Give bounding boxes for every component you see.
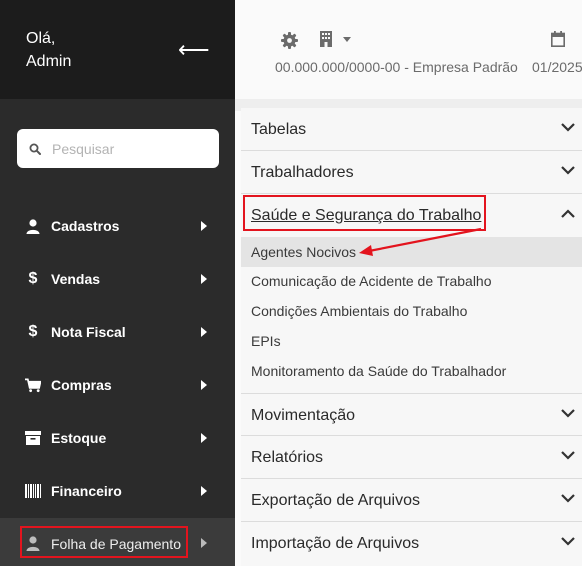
greeting: Olá, Admin xyxy=(26,27,71,73)
section-movimentacao[interactable]: Movimentação xyxy=(241,393,582,436)
greeting-line-1: Olá, xyxy=(26,30,56,47)
chevron-down-icon[interactable] xyxy=(343,37,351,42)
search-icon xyxy=(29,143,41,155)
submenu-item-condicoes-ambientais[interactable]: Condições Ambientais do Trabalho xyxy=(241,296,582,326)
caret-right-icon xyxy=(201,433,207,443)
caret-right-icon xyxy=(201,538,207,548)
chevron-up-icon xyxy=(561,209,575,218)
submenu-item-cat[interactable]: Comunicação de Acidente de Trabalho xyxy=(241,266,582,296)
section-label: Exportação de Arquivos xyxy=(251,492,420,509)
chevron-down-icon xyxy=(561,409,575,418)
section-label: Tabelas xyxy=(251,121,307,138)
section-tabelas[interactable]: Tabelas xyxy=(241,108,582,151)
chevron-down-icon xyxy=(561,166,575,175)
sidebar-item-cadastros[interactable]: Cadastros xyxy=(0,200,235,252)
section-label: Importação de Arquivos xyxy=(251,535,420,552)
user-icon xyxy=(25,218,41,234)
sidebar-item-label: Compras xyxy=(51,377,112,393)
submenu-item-monitoramento[interactable]: Monitoramento da Saúde do Trabalhador xyxy=(241,356,582,386)
chevron-down-icon xyxy=(561,123,575,132)
chevron-down-icon xyxy=(561,537,575,546)
sidebar-item-label: Cadastros xyxy=(51,218,120,234)
calendar-icon[interactable] xyxy=(551,31,565,52)
barcode-icon xyxy=(25,483,41,499)
submenu-item-label: Comunicação de Acidente de Trabalho xyxy=(251,273,492,289)
dollar-icon: $ xyxy=(28,270,38,287)
sidebar: Olá, Admin ⟵ Cadastros $ Vendas $ Nota F… xyxy=(0,0,235,566)
company-selector[interactable]: 00.000.000/0000-00 - Empresa Padrão xyxy=(275,59,518,75)
greeting-user: Admin xyxy=(26,53,72,70)
sidebar-item-label: Financeiro xyxy=(51,483,122,499)
submenu-item-label: Agentes Nocivos xyxy=(251,244,357,260)
section-trabalhadores[interactable]: Trabalhadores xyxy=(241,151,582,194)
period-selector[interactable]: 01/2025 xyxy=(532,59,582,75)
building-icon[interactable] xyxy=(319,31,333,52)
chevron-down-icon xyxy=(561,451,575,460)
caret-right-icon xyxy=(201,380,207,390)
sidebar-item-vendas[interactable]: $ Vendas xyxy=(0,253,235,305)
sidebar-header: Olá, Admin ⟵ xyxy=(0,0,235,99)
caret-right-icon xyxy=(201,486,207,496)
cart-icon xyxy=(25,377,41,393)
sidebar-item-label: Estoque xyxy=(51,430,107,446)
section-importacao[interactable]: Importação de Arquivos xyxy=(241,522,582,565)
arrow-left-icon[interactable]: ⟵ xyxy=(178,38,210,62)
section-label: Relatórios xyxy=(251,449,324,466)
search-box xyxy=(17,129,219,168)
submenu-item-label: EPIs xyxy=(251,333,281,349)
sidebar-item-compras[interactable]: Compras xyxy=(0,359,235,411)
gear-icon[interactable] xyxy=(281,32,298,54)
sidebar-item-label: Nota Fiscal xyxy=(51,324,126,340)
sidebar-item-label: Vendas xyxy=(51,271,101,287)
section-label: Movimentação xyxy=(251,407,356,424)
section-label: Trabalhadores xyxy=(251,164,354,181)
chevron-down-icon xyxy=(561,494,575,503)
submenu-item-label: Condições Ambientais do Trabalho xyxy=(251,303,468,319)
top-bar xyxy=(235,0,582,99)
caret-right-icon xyxy=(201,221,207,231)
sidebar-item-nota-fiscal[interactable]: $ Nota Fiscal xyxy=(0,306,235,358)
caret-right-icon xyxy=(201,327,207,337)
submenu-item-label: Monitoramento da Saúde do Trabalhador xyxy=(251,363,507,379)
section-relatorios[interactable]: Relatórios xyxy=(241,436,582,479)
submenu-item-epis[interactable]: EPIs xyxy=(241,326,582,356)
section-exportacao[interactable]: Exportação de Arquivos xyxy=(241,479,582,522)
archive-icon xyxy=(25,430,41,446)
caret-right-icon xyxy=(201,274,207,284)
search-input[interactable] xyxy=(52,138,212,160)
annotation-arrow xyxy=(359,227,482,256)
highlight-box-folha xyxy=(20,526,188,558)
sidebar-item-estoque[interactable]: Estoque xyxy=(0,412,235,464)
sidebar-item-financeiro[interactable]: Financeiro xyxy=(0,465,235,517)
dollar-icon: $ xyxy=(28,323,38,340)
